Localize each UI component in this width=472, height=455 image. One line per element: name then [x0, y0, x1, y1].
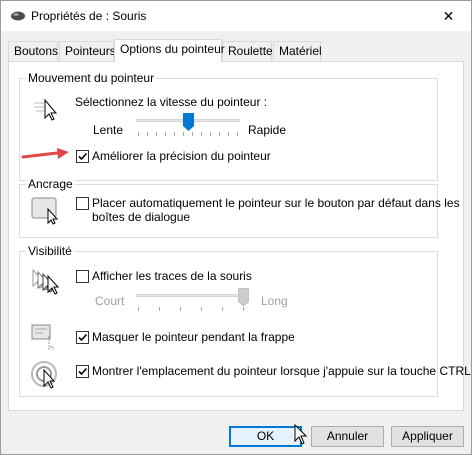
speed-slider-thumb[interactable]	[182, 113, 194, 134]
speed-slow-label: Lente	[93, 123, 124, 137]
hide-pointer-icon	[31, 324, 63, 355]
speed-tick	[219, 132, 220, 136]
snap-to-default-checkbox[interactable]	[76, 197, 89, 210]
speed-fast-label: Rapide	[248, 123, 287, 137]
speed-tick	[201, 132, 202, 136]
speed-tick	[237, 132, 238, 136]
precision-label: Améliorer la précision du pointeur	[92, 149, 271, 163]
cancel-button[interactable]: Annuler	[311, 426, 384, 447]
precision-checkbox[interactable]	[76, 150, 89, 163]
speed-tick	[156, 132, 157, 136]
hide-pointer-checkbox[interactable]	[76, 331, 89, 344]
ok-button[interactable]: OK	[229, 426, 302, 447]
speed-tick	[228, 132, 229, 136]
close-button[interactable]: ✕	[426, 1, 471, 31]
mouse-properties-dialog: Propriétés de : Souris ✕ Boutons Pointeu…	[0, 0, 472, 455]
trails-label: Afficher les traces de la souris	[92, 269, 252, 283]
snap-group-label: Ancrage	[26, 177, 75, 191]
visibility-group-label: Visibilité	[26, 244, 74, 258]
speed-tick	[138, 132, 139, 136]
trails-tick	[138, 307, 139, 311]
trails-tick	[180, 307, 181, 311]
hide-pointer-label: Masquer le pointeur pendant la frappe	[92, 330, 295, 344]
snap-to-button-icon	[31, 197, 63, 228]
trails-tick	[222, 307, 223, 311]
trails-checkbox[interactable]	[76, 270, 89, 283]
trails-slider-thumb[interactable]	[237, 287, 250, 309]
snap-group: Ancrage	[19, 177, 438, 238]
mouse-icon	[10, 10, 26, 25]
ctrl-location-label: Montrer l'emplacement du pointeur lorsqu…	[92, 364, 471, 378]
window-title: Propriétés de : Souris	[31, 9, 147, 23]
snap-label-line1: Placer automatiquement le pointeur sur l…	[92, 196, 460, 210]
speed-prompt: Sélectionnez la vitesse du pointeur :	[75, 95, 268, 109]
trails-short-label: Court	[95, 294, 125, 308]
tab-pointer-options[interactable]: Options du pointeur	[114, 39, 225, 62]
apply-button[interactable]: Appliquer	[391, 426, 464, 447]
speed-tick	[210, 132, 211, 136]
close-icon: ✕	[442, 8, 455, 24]
mouse-cursor-icon	[294, 423, 308, 449]
ctrl-location-checkbox[interactable]	[76, 365, 89, 378]
trails-tick	[201, 307, 202, 311]
speed-tick	[174, 132, 175, 136]
annotation-arrow-icon	[21, 148, 71, 165]
speed-pointer-icon	[34, 98, 60, 125]
speed-tick	[147, 132, 148, 136]
motion-group-label: Mouvement du pointeur	[26, 71, 157, 85]
trails-slider[interactable]	[136, 294, 246, 297]
trails-tick	[159, 307, 160, 311]
title-bar: Propriétés de : Souris ✕	[1, 1, 471, 31]
speed-tick	[165, 132, 166, 136]
snap-label-line2: boîtes de dialogue	[92, 210, 191, 224]
ctrl-location-icon	[31, 360, 63, 393]
pointer-trails-icon	[31, 268, 63, 299]
tab-panel: Mouvement du pointeur Sélectionnez la vi…	[8, 61, 471, 411]
trails-long-label: Long	[261, 294, 288, 308]
tab-wheel[interactable]: Roulette	[222, 41, 273, 61]
motion-group: Mouvement du pointeur	[19, 71, 438, 181]
tab-buttons[interactable]: Boutons	[8, 41, 58, 61]
tab-hardware[interactable]: Matériel	[273, 41, 322, 61]
tab-pointers[interactable]: Pointeurs	[59, 41, 116, 61]
